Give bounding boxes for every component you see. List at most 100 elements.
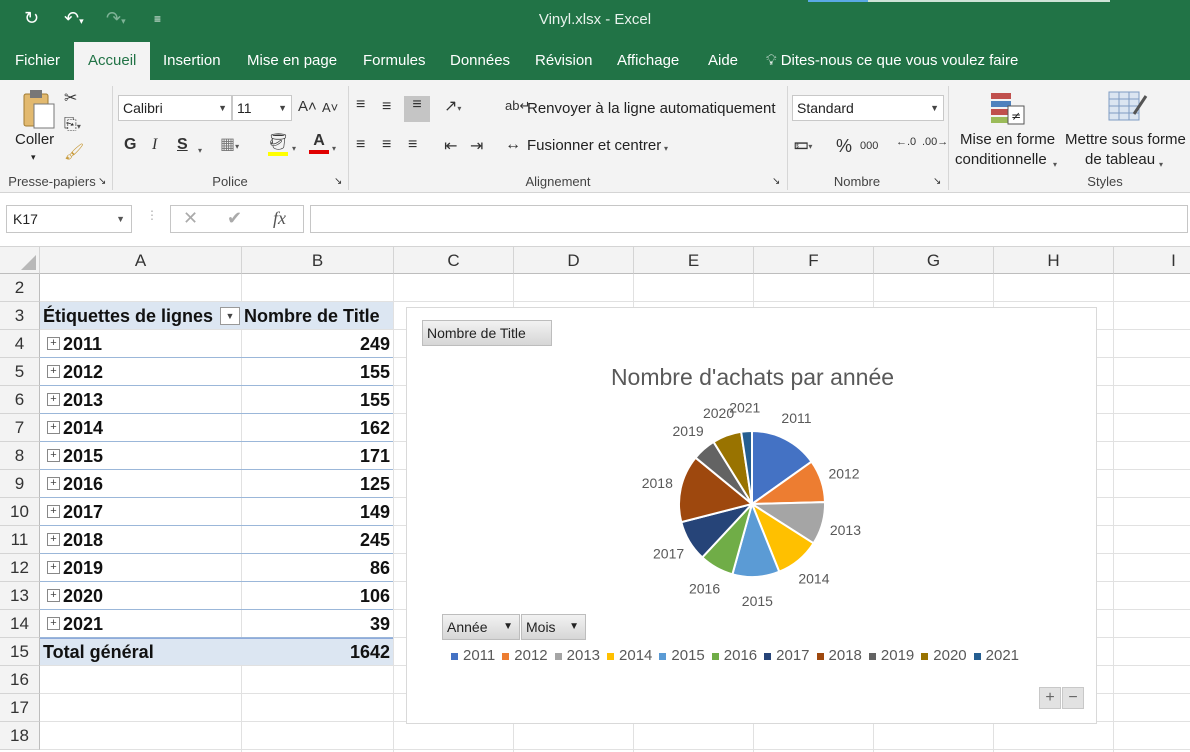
tab-affichage[interactable]: Affichage <box>603 42 693 80</box>
axis-field-button-mois[interactable]: Mois ▼ <box>521 614 586 640</box>
legend-item[interactable]: 2021 <box>973 647 1019 664</box>
wrap-text-button[interactable]: Renvoyer à la ligne automatiquement <box>527 100 775 117</box>
increase-decimal-icon[interactable]: ←.0 <box>896 136 916 148</box>
select-all-corner[interactable] <box>0 247 40 274</box>
row-header[interactable]: 10 <box>0 498 40 526</box>
legend-item[interactable]: 2017 <box>764 647 810 664</box>
increase-font-icon[interactable]: A˄ <box>298 98 317 115</box>
pivot-row-label[interactable]: 2019 <box>63 554 233 582</box>
legend-item[interactable]: 2012 <box>502 647 548 664</box>
align-left-icon[interactable]: ≡ <box>356 136 365 154</box>
legend-item[interactable]: 2019 <box>868 647 914 664</box>
table-format-label-2[interactable]: de tableau <box>1085 151 1155 168</box>
pivot-row-value[interactable]: 249 <box>244 330 390 358</box>
pivot-row-label[interactable]: 2017 <box>63 498 233 526</box>
pivot-chart[interactable]: Nombre de Title Nombre d'achats par anné… <box>406 307 1097 724</box>
align-right-icon[interactable]: ≡ <box>408 136 417 154</box>
tab-donnees[interactable]: Données <box>436 42 524 80</box>
fill-color-caret-icon[interactable]: ▾ <box>292 138 296 156</box>
tab-accueil[interactable]: Accueil <box>74 42 151 80</box>
row-header[interactable]: 14 <box>0 610 40 638</box>
font-size-select[interactable]: 11 ▼ <box>232 95 292 121</box>
pivot-row-label[interactable]: 2015 <box>63 442 233 470</box>
expand-icon[interactable]: + <box>47 449 60 462</box>
column-header-f[interactable]: F <box>754 247 874 274</box>
tab-revision[interactable]: Révision <box>521 42 607 80</box>
row-header[interactable]: 3 <box>0 302 40 330</box>
pivot-row-label[interactable]: 2016 <box>63 470 233 498</box>
pivot-row-value[interactable]: 125 <box>244 470 390 498</box>
row-header[interactable]: 9 <box>0 470 40 498</box>
merge-caret-icon[interactable]: ▾ <box>664 138 668 156</box>
row-header[interactable]: 11 <box>0 526 40 554</box>
legend-item[interactable]: 2015 <box>659 647 705 664</box>
tell-me-search[interactable]: 💡︎ Dites-nous ce que vous voulez faire <box>752 42 1032 80</box>
legend-item[interactable]: 2013 <box>554 647 600 664</box>
pivot-values-header[interactable]: Nombre de Title <box>244 302 390 330</box>
alignment-launcher-icon[interactable]: ↘ <box>772 176 780 187</box>
font-color-caret-icon[interactable]: ▾ <box>332 138 336 156</box>
pivot-total-value[interactable]: 1642 <box>244 638 390 666</box>
insert-function-button[interactable]: fx <box>273 208 286 229</box>
accounting-format-icon[interactable]: 💵︎▾ <box>794 136 812 154</box>
orientation-icon[interactable]: ↗▾ <box>444 96 461 116</box>
column-header-g[interactable]: G <box>874 247 994 274</box>
conditional-format-caret-icon[interactable]: ▾ <box>1053 154 1057 172</box>
expand-icon[interactable]: + <box>47 617 60 630</box>
legend-item[interactable]: 2016 <box>711 647 757 664</box>
row-header[interactable]: 17 <box>0 694 40 722</box>
number-format-select[interactable]: Standard ▼ <box>792 95 944 121</box>
name-box[interactable]: K17 ▼ <box>6 205 132 233</box>
underline-caret-icon[interactable]: ▾ <box>198 140 202 158</box>
expand-icon[interactable]: + <box>47 589 60 602</box>
pivot-row-label[interactable]: 2013 <box>63 386 233 414</box>
conditional-format-label-2[interactable]: conditionnelle <box>955 151 1047 168</box>
name-box-caret-icon[interactable]: ▼ <box>116 206 125 232</box>
expand-icon[interactable]: + <box>47 365 60 378</box>
filter-dropdown-icon[interactable]: ▼ <box>220 307 240 325</box>
row-header[interactable]: 16 <box>0 666 40 694</box>
row-header[interactable]: 4 <box>0 330 40 358</box>
font-color-icon[interactable]: A <box>309 132 329 154</box>
legend-item[interactable]: 2011 <box>451 647 495 664</box>
align-bottom-icon[interactable]: ≡ <box>404 96 430 122</box>
cut-icon[interactable]: ✂ <box>64 88 77 108</box>
decrease-indent-icon[interactable]: ⇤ <box>444 136 457 156</box>
bold-button[interactable]: G <box>124 136 136 154</box>
column-header-c[interactable]: C <box>394 247 514 274</box>
pivot-row-value[interactable]: 245 <box>244 526 390 554</box>
legend-item[interactable]: 2020 <box>921 647 967 664</box>
row-header[interactable]: 12 <box>0 554 40 582</box>
conditional-format-label[interactable]: Mise en forme <box>960 131 1055 148</box>
axis-field-button-annee[interactable]: Année ▼ <box>442 614 520 640</box>
legend-item[interactable]: 2018 <box>816 647 862 664</box>
expand-field-button[interactable]: + <box>1039 687 1061 709</box>
pivot-row-value[interactable]: 86 <box>244 554 390 582</box>
row-header[interactable]: 7 <box>0 414 40 442</box>
copy-icon[interactable]: ⎘▾ <box>64 116 81 134</box>
tab-formules[interactable]: Formules <box>349 42 440 80</box>
table-format-label[interactable]: Mettre sous forme <box>1065 131 1186 148</box>
expand-icon[interactable]: + <box>47 561 60 574</box>
italic-button[interactable]: I <box>152 136 157 154</box>
tab-aide[interactable]: Aide <box>694 42 752 80</box>
expand-icon[interactable]: + <box>47 477 60 490</box>
table-format-caret-icon[interactable]: ▾ <box>1159 154 1163 172</box>
pivot-row-value[interactable]: 162 <box>244 414 390 442</box>
borders-icon[interactable]: ▦▾ <box>220 134 239 154</box>
pivot-row-label[interactable]: 2020 <box>63 582 233 610</box>
table-format-icon[interactable] <box>1108 90 1148 126</box>
font-launcher-icon[interactable]: ↘ <box>334 176 342 187</box>
align-top-icon[interactable]: ≡ <box>356 96 365 114</box>
row-header[interactable]: 13 <box>0 582 40 610</box>
underline-button[interactable]: S <box>177 136 188 154</box>
increase-indent-icon[interactable]: ⇥ <box>470 136 483 156</box>
pivot-row-label[interactable]: 2021 <box>63 610 233 638</box>
row-header[interactable]: 6 <box>0 386 40 414</box>
pivot-row-value[interactable]: 171 <box>244 442 390 470</box>
clipboard-launcher-icon[interactable]: ↘ <box>98 176 106 187</box>
paste-caret-icon[interactable]: ▾ <box>31 152 36 163</box>
tab-fichier[interactable]: Fichier <box>1 42 74 80</box>
column-header-e[interactable]: E <box>634 247 754 274</box>
pivot-row-value[interactable]: 155 <box>244 358 390 386</box>
